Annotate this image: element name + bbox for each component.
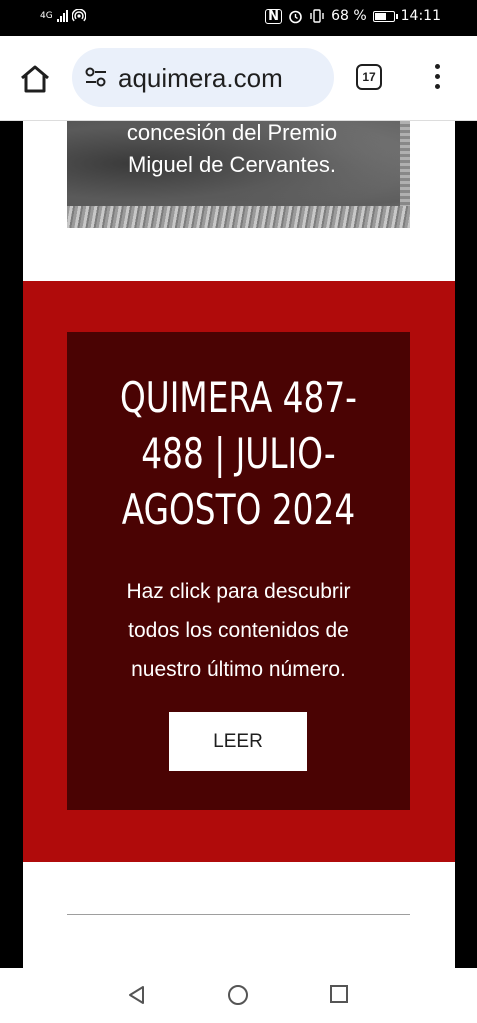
url-text[interactable]: aquimera.com: [118, 63, 283, 94]
more-options-icon[interactable]: [432, 64, 442, 92]
image-texture: [67, 206, 410, 228]
promo-title: QUIMERA 487- 488 | JULIO- AGOSTO 2024: [120, 373, 357, 534]
recent-apps-icon[interactable]: [330, 985, 348, 1003]
site-settings-icon[interactable]: [84, 66, 108, 88]
address-bar[interactable]: aquimera.com: [72, 48, 334, 107]
navigation-bar: [0, 968, 477, 1023]
battery-fill: [374, 12, 387, 20]
battery-percent: 68 %: [331, 8, 367, 24]
home-nav-icon[interactable]: [228, 985, 248, 1005]
hero-image[interactable]: concesión del Premio Miguel de Cervantes…: [67, 121, 410, 228]
promo-description: Haz click para descubrir todos los conte…: [126, 580, 351, 681]
page-content: concesión del Premio Miguel de Cervantes…: [23, 121, 455, 968]
back-icon[interactable]: [127, 985, 147, 1005]
tab-switcher-button[interactable]: 17: [356, 64, 382, 90]
browser-toolbar: aquimera.com 17: [0, 36, 477, 121]
hotspot-icon: [71, 9, 86, 22]
home-icon[interactable]: [18, 64, 52, 94]
status-bar: 4G N 68 % 14:11: [0, 0, 477, 36]
promo-section: QUIMERA 487- 488 | JULIO- AGOSTO 2024 Ha…: [23, 281, 455, 862]
battery-icon: [372, 10, 398, 22]
status-right: N 68 % 14:11: [265, 8, 441, 24]
signal-icon: [56, 10, 68, 22]
status-left: 4G: [40, 9, 86, 23]
alarm-icon: [289, 10, 302, 23]
read-button[interactable]: LEER: [169, 712, 307, 771]
divider: [67, 914, 410, 915]
promo-card: QUIMERA 487- 488 | JULIO- AGOSTO 2024 Ha…: [67, 332, 410, 810]
clock: 14:11: [400, 8, 441, 24]
network-type: 4G: [40, 11, 53, 21]
hero-caption: concesión del Premio Miguel de Cervantes…: [126, 121, 338, 177]
vibrate-icon: [310, 9, 324, 23]
nfc-icon: N: [265, 8, 283, 24]
